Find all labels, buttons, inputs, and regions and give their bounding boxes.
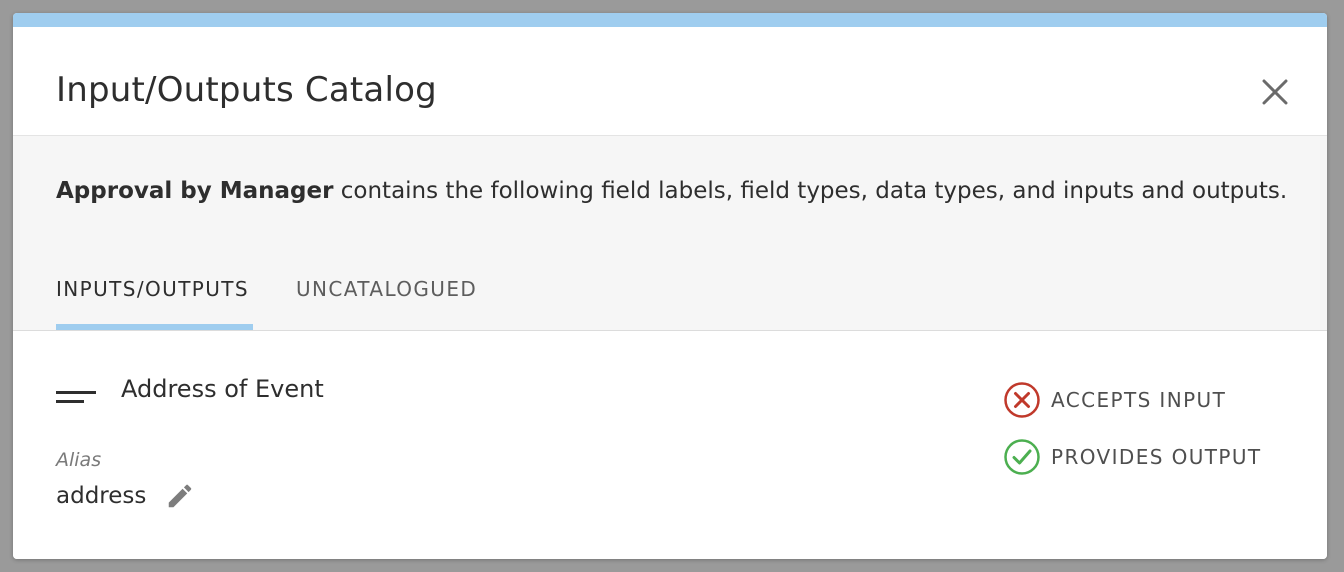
tab-uncatalogued[interactable]: UNCATALOGUED bbox=[296, 277, 477, 330]
active-tab-indicator bbox=[56, 324, 253, 330]
accepts-input-label: ACCEPTS INPUT bbox=[1051, 388, 1227, 412]
alias-value: address bbox=[56, 483, 147, 509]
check-circle-icon bbox=[1004, 439, 1040, 475]
process-name: Approval by Manager bbox=[56, 178, 334, 204]
description-section: Approval by Manager contains the followi… bbox=[13, 136, 1327, 331]
tab-uncatalogued-label: UNCATALOGUED bbox=[296, 277, 478, 301]
pencil-icon bbox=[168, 484, 192, 508]
alias-label: Alias bbox=[56, 449, 102, 471]
field-name: Address of Event bbox=[121, 375, 324, 403]
provides-output-label: PROVIDES OUTPUT bbox=[1051, 445, 1262, 469]
text-field-icon bbox=[56, 391, 96, 403]
field-list: Address of Event Alias address ACCEPTS I… bbox=[13, 331, 1327, 559]
edit-alias-button[interactable] bbox=[165, 481, 195, 511]
modal-header: Input/Outputs Catalog bbox=[13, 27, 1327, 136]
tab-inputs-outputs[interactable]: INPUTS/OUTPUTS bbox=[56, 277, 253, 330]
tab-inputs-outputs-label: INPUTS/OUTPUTS bbox=[56, 277, 250, 301]
close-icon bbox=[1262, 79, 1288, 105]
modal-title: Input/Outputs Catalog bbox=[56, 70, 437, 110]
close-button[interactable] bbox=[1257, 74, 1293, 110]
catalog-modal: Input/Outputs Catalog Approval by Manage… bbox=[13, 13, 1327, 559]
description-text: contains the following field labels, fie… bbox=[333, 178, 1288, 204]
catalog-description: Approval by Manager contains the followi… bbox=[56, 178, 1287, 206]
modal-accent-bar bbox=[13, 13, 1327, 27]
x-circle-icon bbox=[1004, 382, 1040, 418]
